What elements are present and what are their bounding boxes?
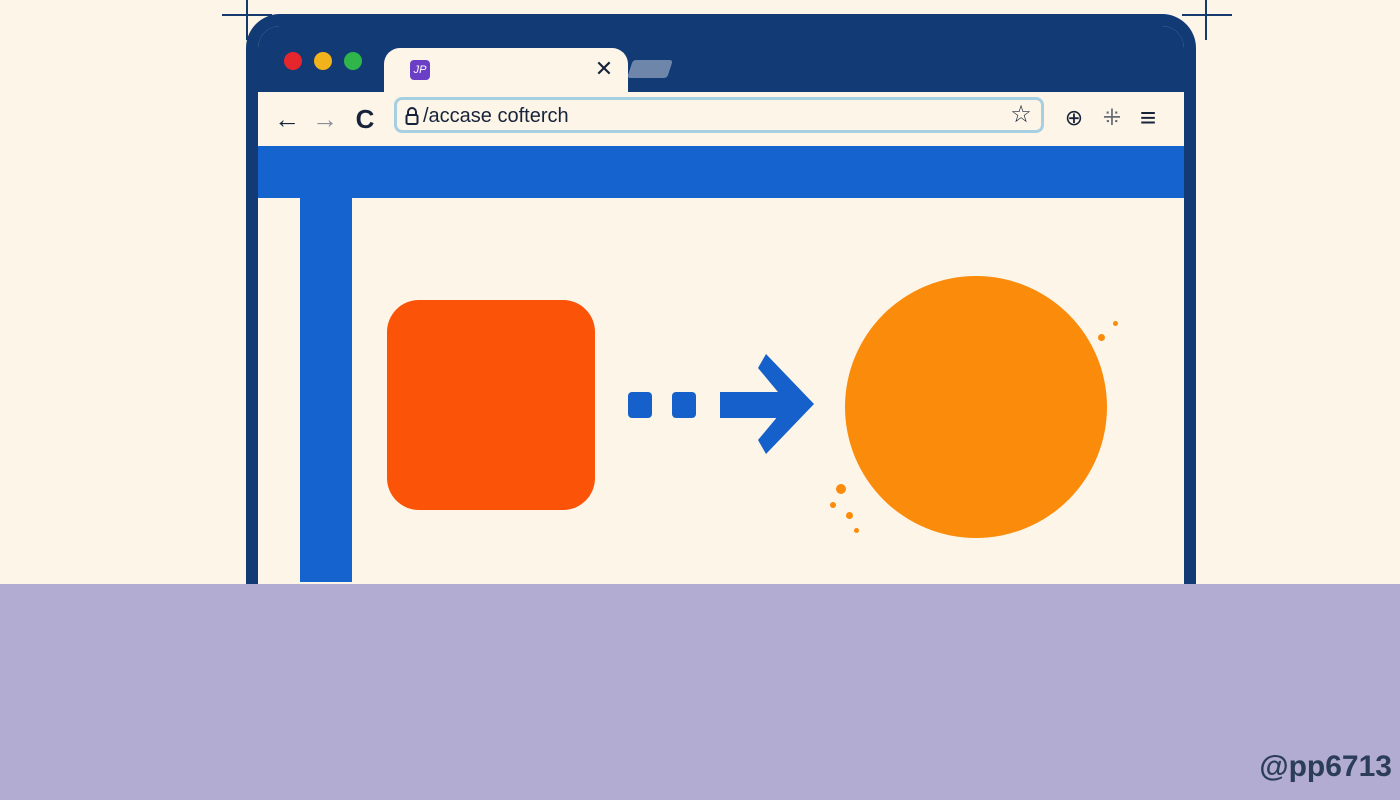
menu-icon[interactable]: ≡ xyxy=(1134,104,1162,132)
toolbar: ← → C /accase cofterch ☆ ⊕ ⁜ ≡ xyxy=(258,92,1184,146)
watermark: @pp6713 xyxy=(1259,750,1392,783)
extensions-icon[interactable]: ⁜ xyxy=(1098,104,1126,132)
paint-splatter xyxy=(1098,334,1105,341)
favicon-icon: JP xyxy=(410,60,430,80)
tab-bar: JP ✕ xyxy=(258,26,1184,94)
page-content xyxy=(258,146,1184,590)
orange-circle-shape xyxy=(845,276,1107,538)
arrow-dash xyxy=(628,392,652,418)
close-window-button[interactable] xyxy=(284,52,302,70)
orange-square-shape xyxy=(387,300,595,510)
browser-window: JP ✕ ← → C /accase cofterch ☆ ⊕ ⁜ ≡ xyxy=(246,14,1196,590)
crop-mark xyxy=(1182,14,1232,16)
ground-band xyxy=(0,584,1400,800)
header-stripe xyxy=(258,146,1184,198)
paint-splatter xyxy=(830,502,836,508)
minimize-window-button[interactable] xyxy=(314,52,332,70)
paint-splatter xyxy=(1113,321,1118,326)
reload-button[interactable]: C xyxy=(350,104,380,134)
paint-splatter xyxy=(836,484,846,494)
paint-splatter xyxy=(854,528,859,533)
tab-close-button[interactable]: ✕ xyxy=(592,57,616,81)
new-tab-button[interactable] xyxy=(627,60,673,78)
crop-mark xyxy=(1205,0,1207,40)
back-button[interactable]: ← xyxy=(272,104,302,134)
bookmark-star-icon[interactable]: ☆ xyxy=(1007,101,1035,129)
maximize-window-button[interactable] xyxy=(344,52,362,70)
sidebar-stripe xyxy=(300,198,352,582)
arrow-right-icon xyxy=(758,354,814,454)
address-bar[interactable]: /accase cofterch ☆ xyxy=(394,97,1044,133)
forward-button[interactable]: → xyxy=(310,104,340,134)
url-text: /accase cofterch xyxy=(423,105,569,127)
tab-active[interactable]: JP ✕ xyxy=(384,48,628,94)
arrow-dash xyxy=(672,392,696,418)
paint-splatter xyxy=(846,512,853,519)
lock-icon xyxy=(405,107,419,125)
globe-icon[interactable]: ⊕ xyxy=(1060,104,1088,132)
